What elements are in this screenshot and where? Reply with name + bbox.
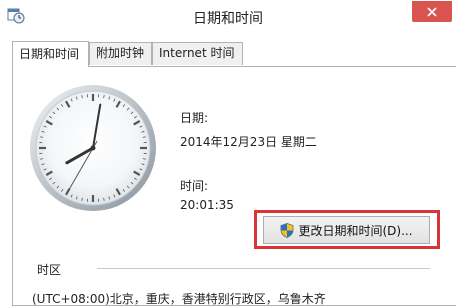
time-label: 时间: — [180, 177, 208, 194]
close-button[interactable] — [412, 1, 452, 22]
close-icon — [427, 7, 437, 17]
tab-internet-time[interactable]: Internet 时间 — [152, 42, 243, 65]
change-date-time-label: 更改日期和时间(D)... — [298, 222, 412, 239]
date-label: 日期: — [180, 109, 208, 126]
shield-icon — [280, 223, 294, 238]
tab-additional-clocks[interactable]: 附加时钟 — [89, 42, 152, 65]
window-title: 日期和时间 — [0, 8, 456, 28]
title-bar: 日期和时间 — [0, 0, 456, 33]
change-date-time-button[interactable]: 更改日期和时间(D)... — [263, 216, 430, 244]
tab-date-and-time[interactable]: 日期和时间 — [12, 41, 89, 67]
date-value: 2014年12月23日 星期二 — [180, 133, 317, 150]
time-value: 20:01:35 — [180, 198, 234, 212]
analog-clock — [28, 83, 158, 213]
timezone-divider — [97, 268, 430, 269]
timezone-section-label: 时区 — [37, 261, 61, 278]
clock-center — [91, 146, 96, 151]
